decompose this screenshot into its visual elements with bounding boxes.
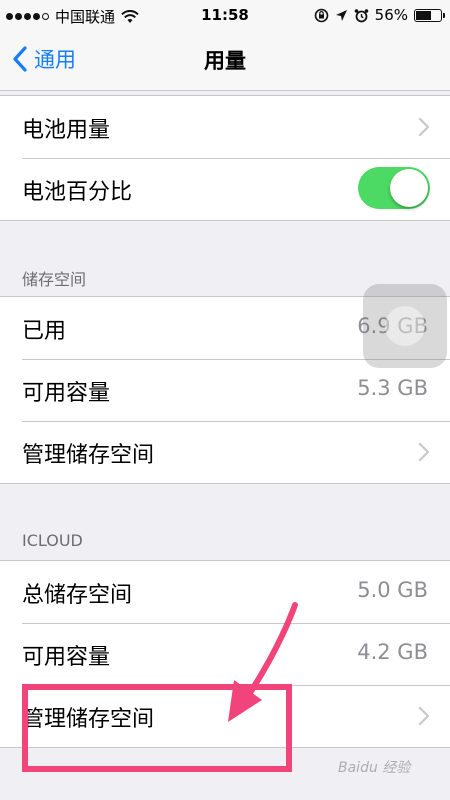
assistive-touch-button[interactable]: [363, 284, 447, 368]
battery-percent: 56%: [374, 6, 408, 24]
navigation-bar: 通用 用量: [0, 30, 450, 91]
page-title: 用量: [204, 49, 246, 73]
storage-available-row: 可用容量 5.3 GB: [0, 359, 450, 421]
icloud-section-header: ICLOUD: [22, 531, 83, 550]
icloud-available-row: 可用容量 4.2 GB: [0, 623, 450, 685]
watermark: Baidu 经验: [338, 760, 411, 776]
location-icon: [335, 9, 347, 21]
battery-usage-label: 电池用量: [22, 118, 111, 143]
alarm-icon: [354, 8, 368, 22]
manage-storage-label: 管理储存空间: [22, 443, 155, 468]
manage-storage-row[interactable]: 管理储存空间: [0, 421, 450, 483]
battery-usage-row[interactable]: 电池用量: [0, 96, 450, 158]
chevron-right-icon: [418, 442, 430, 462]
icloud-available-label: 可用容量: [22, 645, 111, 670]
rotation-lock-icon: [314, 8, 328, 22]
storage-section-header: 储存空间: [22, 270, 87, 289]
toggle-knob: [390, 169, 428, 207]
chevron-right-icon: [418, 706, 430, 726]
battery-group: 电池用量 电池百分比: [0, 95, 450, 221]
icloud-total-row: 总储存空间 5.0 GB: [0, 561, 450, 623]
battery-percentage-label: 电池百分比: [22, 180, 133, 205]
storage-available-value: 5.3 GB: [357, 376, 428, 400]
battery-percentage-row: 电池百分比: [0, 158, 450, 220]
status-right: 56%: [314, 6, 445, 24]
storage-used-label: 已用: [22, 319, 67, 344]
status-bar: 中国联通 11:58 56%: [0, 0, 450, 30]
icloud-total-value: 5.0 GB: [357, 578, 428, 602]
assistive-touch-icon: [385, 306, 425, 346]
storage-available-label: 可用容量: [22, 381, 111, 406]
icloud-total-label: 总储存空间: [22, 583, 133, 608]
battery-percentage-toggle[interactable]: [358, 167, 430, 209]
highlight-box-annotation: [22, 684, 292, 772]
battery-icon: [414, 8, 445, 22]
icloud-available-value: 4.2 GB: [357, 640, 428, 664]
chevron-right-icon: [418, 117, 430, 137]
